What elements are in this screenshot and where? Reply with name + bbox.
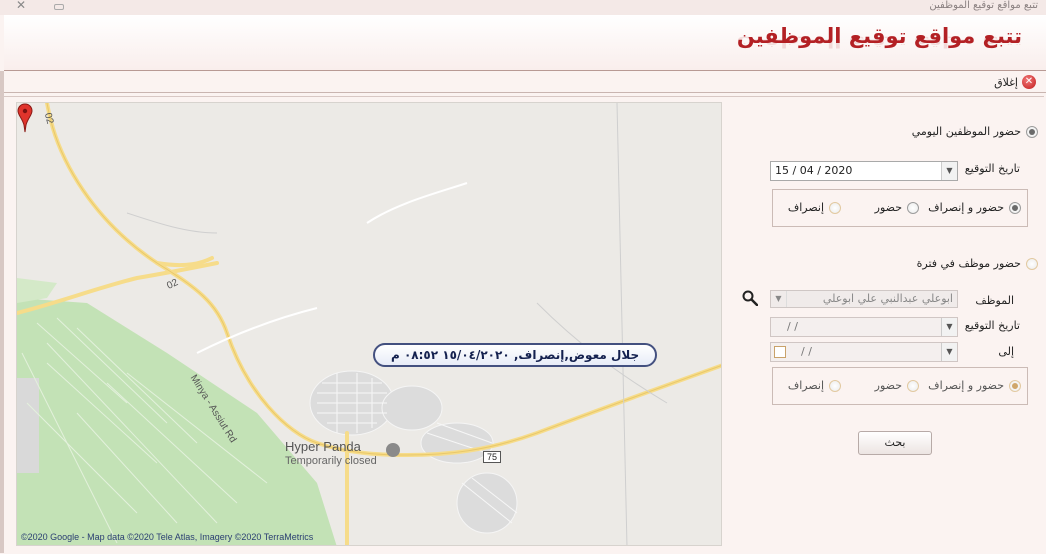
main-content: 02 Minya - Assiut Rd 02 جلال معوض,إنصراف… bbox=[4, 96, 1044, 553]
period-from-date[interactable]: / / ▼ bbox=[770, 317, 958, 337]
period-date-label: تاريخ التوقيع bbox=[964, 319, 1020, 332]
period-in-option[interactable]: حضور bbox=[875, 379, 919, 392]
chevron-down-icon[interactable]: ▼ bbox=[941, 162, 957, 180]
period-to-label: إلى bbox=[998, 345, 1014, 358]
period-to-checkbox[interactable] bbox=[774, 346, 786, 358]
daily-date-picker[interactable]: 15 / 04 / 2020 ▼ bbox=[770, 161, 958, 181]
daily-date-value: 15 / 04 / 2020 bbox=[775, 164, 853, 177]
shopping-bag-icon[interactable] bbox=[386, 443, 400, 457]
daily-attendance-radio[interactable] bbox=[1026, 125, 1038, 138]
search-button[interactable]: بحث bbox=[858, 431, 932, 455]
daily-out-option[interactable]: إنصراف bbox=[788, 201, 841, 214]
window-restore-icon[interactable] bbox=[54, 4, 64, 10]
filter-panel: حضور الموظفين اليومي تاريخ التوقيع 15 / … bbox=[734, 97, 1044, 554]
window-close-icon[interactable]: ✕ bbox=[16, 0, 26, 12]
daily-both-label: حضور و إنصراف bbox=[928, 201, 1004, 214]
daily-in-radio[interactable] bbox=[907, 201, 919, 214]
period-both-radio[interactable] bbox=[1009, 379, 1021, 392]
daily-in-label: حضور bbox=[874, 201, 902, 214]
daily-type-group: حضور و إنصراف حضور إنصراف bbox=[772, 189, 1028, 227]
poi-title[interactable]: Hyper Panda bbox=[285, 439, 361, 454]
period-out-option[interactable]: إنصراف bbox=[788, 379, 841, 392]
daily-both-option[interactable]: حضور و إنصراف bbox=[928, 201, 1021, 214]
daily-in-option[interactable]: حضور bbox=[875, 201, 919, 214]
daily-date-label: تاريخ التوقيع bbox=[964, 162, 1020, 175]
period-attendance-option[interactable]: حضور موظف في فترة bbox=[917, 257, 1038, 270]
period-both-label: حضور و إنصراف bbox=[928, 379, 1004, 392]
page-title-reflection: تتبع مواقع توقيع الموظفين bbox=[736, 36, 1022, 50]
period-in-radio[interactable] bbox=[907, 379, 919, 392]
chevron-down-icon[interactable]: ▼ bbox=[771, 291, 787, 307]
daily-out-label: إنصراف bbox=[787, 201, 824, 214]
map-view[interactable]: 02 Minya - Assiut Rd 02 جلال معوض,إنصراف… bbox=[16, 102, 722, 546]
period-date-row: تاريخ التوقيع bbox=[965, 319, 1020, 332]
map-canvas bbox=[17, 103, 721, 545]
daily-both-radio[interactable] bbox=[1009, 201, 1021, 214]
daily-attendance-option[interactable]: حضور الموظفين اليومي bbox=[912, 125, 1038, 138]
chevron-down-icon[interactable]: ▼ bbox=[941, 318, 957, 336]
window-titlebar: ✕ تتبع مواقع توقيع الموظفين bbox=[0, 0, 1046, 15]
window-title: تتبع مواقع توقيع الموظفين bbox=[929, 0, 1038, 11]
period-attendance-radio[interactable] bbox=[1026, 257, 1038, 270]
period-in-label: حضور bbox=[874, 379, 902, 392]
location-callout[interactable]: جلال معوض,إنصراف, ١٥/٠٤/٢٠٢٠ ٠٨:٥٢ م bbox=[373, 343, 658, 367]
period-out-label: إنصراف bbox=[787, 379, 824, 392]
road-shield: 75 bbox=[483, 451, 501, 463]
daily-attendance-label: حضور الموظفين اليومي bbox=[911, 125, 1021, 138]
period-attendance-label: حضور موظف في فترة bbox=[916, 257, 1021, 270]
daily-out-radio[interactable] bbox=[829, 201, 841, 214]
daily-date-row: تاريخ التوقيع bbox=[965, 162, 1020, 175]
employee-value: ابوعلي عبدالنبي علي ابوعلي bbox=[822, 292, 953, 305]
period-to-row: إلى bbox=[998, 345, 1014, 358]
map-copyright: ©2020 Google - Map data ©2020 Tele Atlas… bbox=[21, 532, 314, 542]
employee-row: الموظف bbox=[975, 294, 1014, 307]
period-both-option[interactable]: حضور و إنصراف bbox=[928, 379, 1021, 392]
page-header: تتبع مواقع توقيع الموظفين تتبع مواقع توق… bbox=[4, 15, 1046, 71]
close-label: إغلاق bbox=[994, 75, 1018, 89]
period-from-value: / / bbox=[787, 320, 798, 333]
close-button[interactable]: ✕ إغلاق bbox=[994, 74, 1036, 90]
employee-label: الموظف bbox=[975, 294, 1014, 307]
period-type-group: حضور و إنصراف حضور إنصراف bbox=[772, 367, 1028, 405]
search-icon[interactable] bbox=[742, 290, 758, 306]
employee-select[interactable]: ابوعلي عبدالنبي علي ابوعلي ▼ bbox=[770, 290, 958, 308]
map-pin-icon[interactable] bbox=[17, 103, 33, 133]
close-icon: ✕ bbox=[1022, 75, 1036, 89]
period-out-radio[interactable] bbox=[829, 379, 841, 392]
poi-status: Temporarily closed bbox=[285, 455, 377, 467]
period-to-date[interactable]: / / ▼ bbox=[770, 342, 958, 362]
chevron-down-icon[interactable]: ▼ bbox=[941, 343, 957, 361]
toolbar: ✕ إغلاق bbox=[4, 71, 1046, 93]
